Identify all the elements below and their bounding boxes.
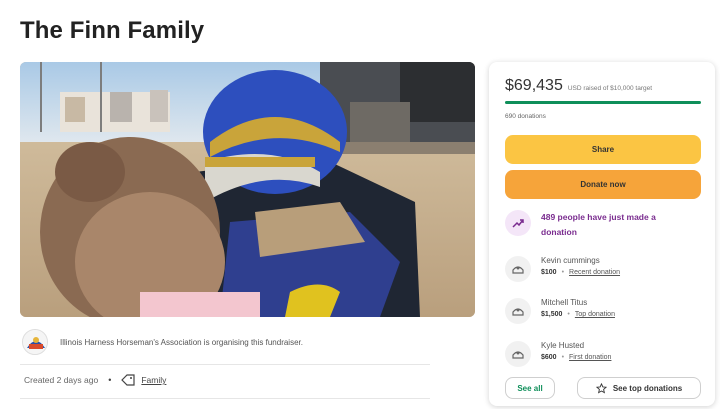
meta-separator: • <box>108 375 112 385</box>
trending-up-icon <box>505 210 531 236</box>
donor-hands-icon <box>505 341 531 367</box>
organiser-avatar[interactable] <box>22 329 48 355</box>
donor-amount: $100 <box>541 269 557 276</box>
association-logo-icon <box>23 330 47 354</box>
progress-bar-fill <box>505 101 701 104</box>
see-all-button[interactable]: See all <box>505 377 555 399</box>
see-top-donations-button[interactable]: See top donations <box>577 377 701 399</box>
donor-separator: • <box>561 354 565 361</box>
fundraiser-meta: Created 2 days ago • Family <box>24 374 166 386</box>
created-date: Created 2 days ago <box>24 375 99 385</box>
donor-name: Kevin cummings <box>541 256 600 265</box>
donor-hands-icon <box>505 256 531 282</box>
donor-item: Kyle Husted $600 • First donation <box>505 341 705 367</box>
donor-amount: $1,500 <box>541 311 563 318</box>
donation-card: $69,435 USD raised of $10,000 target 690… <box>489 62 715 406</box>
organiser-row: Illinois Harness Horseman's Association … <box>22 328 452 356</box>
donor-name: Kyle Husted <box>541 341 585 350</box>
momentum-text: 489 people have just made a donation <box>541 212 656 237</box>
donor-kind-link[interactable]: Recent donation <box>569 269 620 276</box>
donor-item: Kevin cummings $100 • Recent donation <box>505 256 705 282</box>
donor-name: Mitchell Titus <box>541 298 588 307</box>
donor-hands-icon <box>505 298 531 324</box>
donor-separator: • <box>561 269 565 276</box>
donor-kind-link[interactable]: First donation <box>569 354 611 361</box>
donation-momentum: 489 people have just made a donation <box>505 210 705 240</box>
hero-photo <box>20 62 475 317</box>
donations-count: 690 donations <box>505 113 546 120</box>
share-button[interactable]: Share <box>505 135 701 164</box>
organiser-text: Illinois Harness Horseman's Association … <box>60 337 303 347</box>
divider <box>20 398 430 399</box>
fundraiser-photo <box>20 62 475 317</box>
star-icon <box>595 382 607 394</box>
divider <box>20 364 430 365</box>
see-top-donations-label: See top donations <box>612 383 683 393</box>
progress-bar <box>505 101 701 104</box>
raised-target: USD raised of $10,000 target <box>567 85 653 92</box>
donor-separator: • <box>567 311 570 318</box>
raised-summary: $69,435 USD raised of $10,000 target <box>505 77 652 95</box>
donor-kind-link[interactable]: Top donation <box>575 311 615 318</box>
page-title: The Finn Family <box>20 17 205 44</box>
donor-item: Mitchell Titus $1,500 • Top donation <box>505 298 705 324</box>
category-link[interactable]: Family <box>141 375 166 385</box>
donate-now-button[interactable]: Donate now <box>505 170 701 199</box>
tag-icon <box>121 374 135 386</box>
donor-amount: $600 <box>541 354 557 361</box>
raised-amount: $69,435 <box>505 77 563 94</box>
